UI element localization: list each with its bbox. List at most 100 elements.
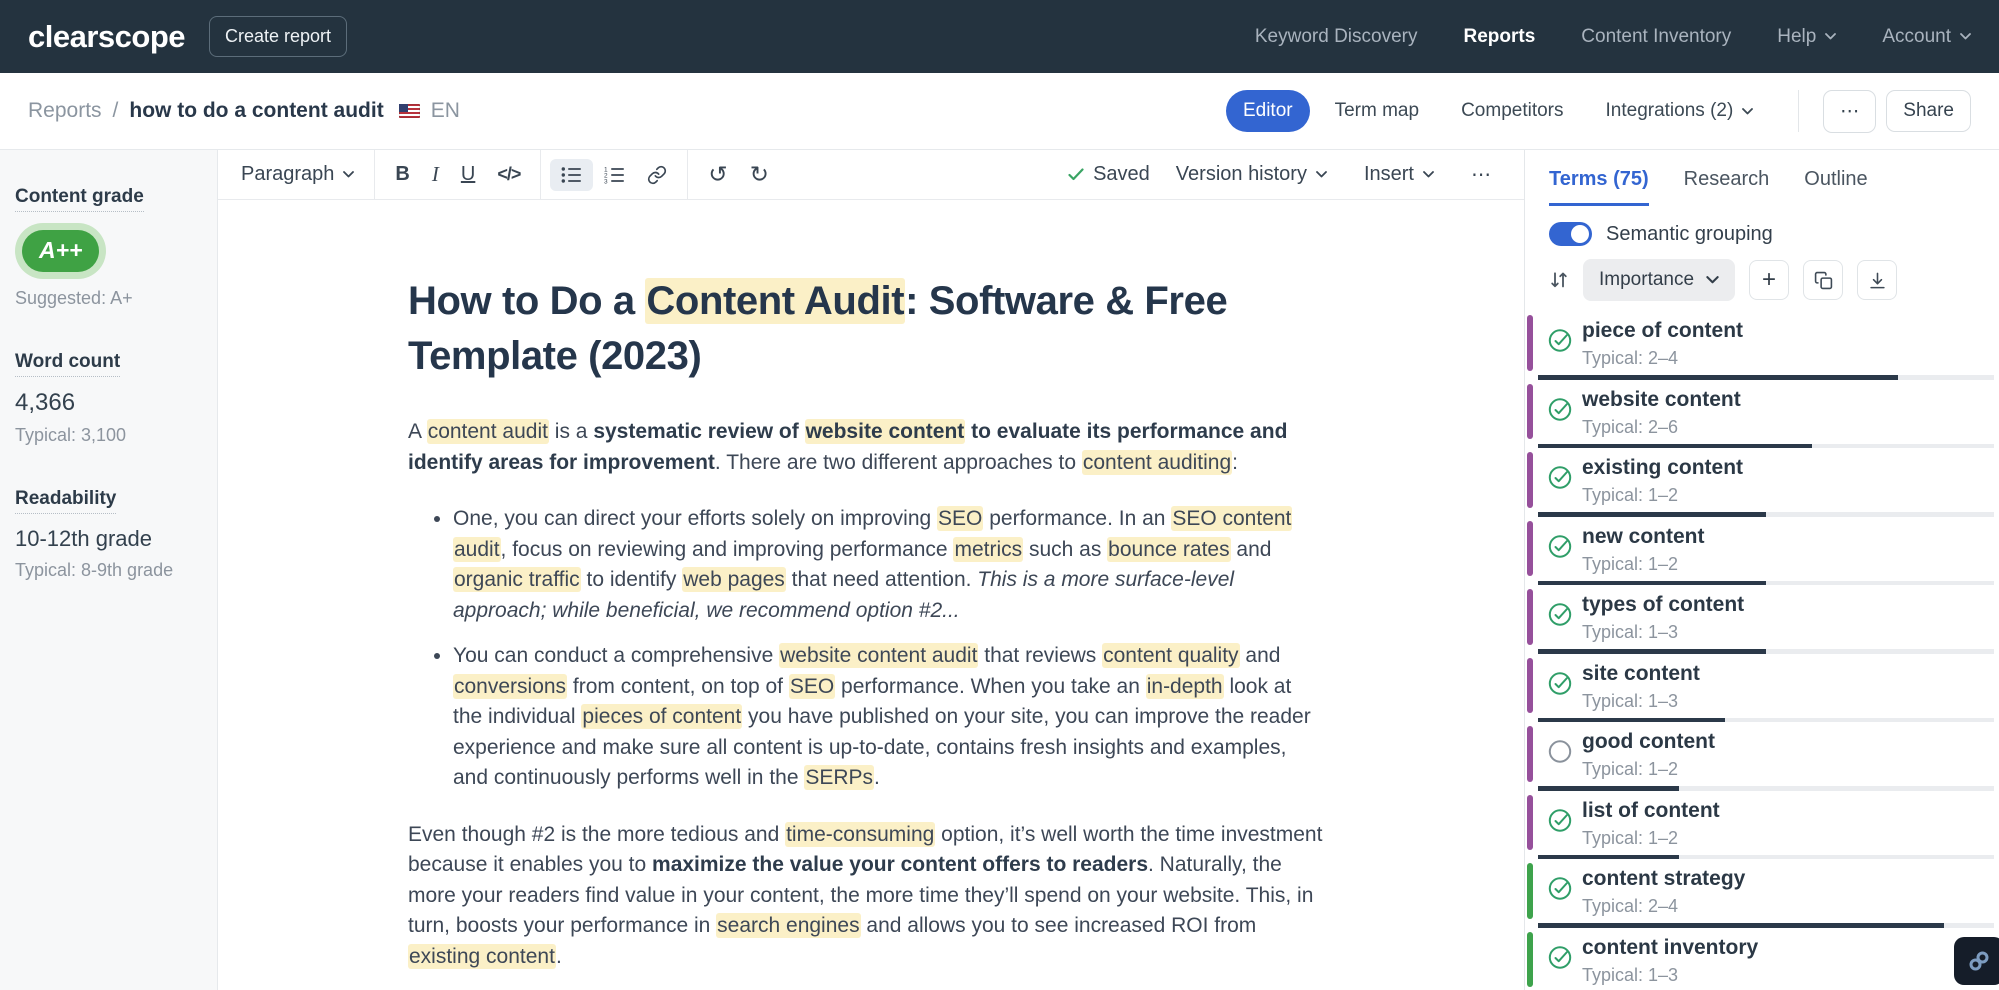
- view-switcher: EditorTerm mapCompetitorsIntegrations (2…: [1226, 90, 1770, 132]
- view-button-editor[interactable]: Editor: [1226, 90, 1310, 132]
- text-segment: that need attention.: [786, 568, 977, 591]
- semantic-grouping-label: Semantic grouping: [1606, 223, 1773, 246]
- circle-empty-icon: [1547, 738, 1574, 765]
- insert-label: Insert: [1364, 163, 1414, 186]
- circle-check-icon: [1547, 396, 1574, 423]
- tab-terms-75[interactable]: Terms (75): [1549, 168, 1649, 206]
- term-row-site-content[interactable]: site contentTypical: 1–3: [1525, 654, 1999, 723]
- term-typical-range: Typical: 2–6: [1582, 417, 1678, 438]
- term-row-types-of-content[interactable]: types of content Typical: 1–3: [1525, 585, 1999, 654]
- undo-button[interactable]: ↺: [697, 158, 738, 192]
- view-button-term-map[interactable]: Term map: [1318, 90, 1436, 132]
- paragraph-style-dropdown[interactable]: Paragraph: [230, 156, 365, 193]
- italic-button[interactable]: I: [421, 155, 450, 194]
- nav-item-help[interactable]: Help: [1777, 26, 1836, 48]
- sort-by-dropdown[interactable]: Importance: [1583, 259, 1735, 301]
- term-name: list of content: [1582, 799, 1720, 823]
- nav-item-keyword-discovery[interactable]: Keyword Discovery: [1255, 26, 1418, 48]
- view-button-competitors[interactable]: Competitors: [1444, 90, 1580, 132]
- text-segment: and allows you to see increased ROI from: [861, 914, 1257, 937]
- term-name: types of content: [1582, 593, 1744, 617]
- text-segment: such as: [1023, 538, 1107, 561]
- link-icon: [647, 165, 667, 185]
- text-segment: that reviews: [978, 644, 1102, 667]
- highlighted-term: web pages: [682, 567, 786, 592]
- highlighted-term: content audit: [427, 419, 549, 444]
- breadcrumb-separator: /: [113, 99, 119, 123]
- save-status-label: Saved: [1093, 163, 1150, 186]
- browser-extension-badge[interactable]: [1954, 937, 1999, 985]
- readability-section: Readability 10-12th grade Typical: 8-9th…: [15, 488, 207, 581]
- primary-nav: Keyword Discovery Reports Content Inventor…: [1255, 26, 1971, 48]
- highlighted-term: conversions: [453, 674, 567, 699]
- check-icon: [1068, 168, 1084, 181]
- term-name: piece of content: [1582, 319, 1743, 343]
- highlighted-term: website content: [805, 419, 966, 444]
- ordered-list-button[interactable]: 1 2 3: [593, 159, 636, 191]
- view-button-integrations-2[interactable]: Integrations (2): [1589, 90, 1771, 132]
- term-complete-icon: [1547, 875, 1574, 902]
- readability-heading: Readability: [15, 488, 116, 514]
- term-typical-range: Typical: 1–2: [1582, 485, 1678, 506]
- bullet-list-icon: [561, 166, 582, 184]
- bullet-list-button[interactable]: [550, 159, 593, 191]
- content-grade-heading: Content grade: [15, 186, 144, 212]
- more-options-button[interactable]: ⋯: [1823, 90, 1876, 133]
- breadcrumb-reports-link[interactable]: Reports: [28, 99, 102, 123]
- term-row-content-strategy[interactable]: content strategyTypical: 2–4: [1525, 859, 1999, 928]
- semantic-grouping-toggle[interactable]: [1549, 222, 1592, 246]
- copy-terms-button[interactable]: [1803, 260, 1843, 300]
- tab-research[interactable]: Research: [1684, 168, 1770, 206]
- circle-check-icon: [1547, 670, 1574, 697]
- stats-sidebar: Content grade A++ Suggested: A+ Word cou…: [0, 150, 218, 990]
- tab-outline[interactable]: Outline: [1804, 168, 1867, 206]
- term-row-good-content[interactable]: good contentTypical: 1–2: [1525, 722, 1999, 791]
- document-scroll-area[interactable]: How to Do a Content Audit: Software & Fr…: [218, 200, 1524, 990]
- doc-list: One, you can direct your efforts solely …: [408, 504, 1326, 794]
- insert-dropdown[interactable]: Insert: [1353, 156, 1445, 193]
- term-complete-icon: [1547, 396, 1574, 423]
- create-report-button[interactable]: Create report: [209, 16, 347, 57]
- link-button[interactable]: [636, 158, 678, 192]
- terms-sort-row: Importance +: [1525, 246, 1999, 309]
- word-count-heading: Word count: [15, 351, 120, 377]
- add-term-button[interactable]: +: [1749, 260, 1789, 300]
- term-row-existing-content[interactable]: existing contentTypical: 1–2: [1525, 448, 1999, 517]
- term-group-bar: [1527, 589, 1533, 645]
- download-terms-button[interactable]: [1857, 260, 1897, 300]
- document-body[interactable]: How to Do a Content Audit: Software & Fr…: [408, 274, 1326, 972]
- term-complete-icon: [1547, 807, 1574, 834]
- underline-button[interactable]: U: [450, 156, 486, 193]
- version-history-dropdown[interactable]: Version history: [1165, 156, 1338, 193]
- circle-check-icon: [1547, 464, 1574, 491]
- terms-panel-tabs: Terms (75) Research Outline: [1525, 150, 1999, 206]
- content-grade-badge: A++: [22, 230, 99, 272]
- term-row-website-content[interactable]: website contentTypical: 2–6: [1525, 380, 1999, 449]
- term-typical-range: Typical: 1–3: [1582, 622, 1678, 643]
- code-button[interactable]: </>: [486, 157, 531, 192]
- term-incomplete-icon: [1547, 738, 1574, 765]
- chevron-down-icon: [1316, 171, 1327, 178]
- term-row-content-inventory[interactable]: content inventoryTypical: 1–3: [1525, 928, 1999, 990]
- term-row-piece-of-content[interactable]: piece of contentTypical: 2–4: [1525, 311, 1999, 380]
- nav-item-account[interactable]: Account: [1882, 26, 1971, 48]
- text-segment: How to Do a: [408, 279, 645, 323]
- bold-button[interactable]: B: [384, 156, 420, 193]
- redo-button[interactable]: ↻: [739, 158, 780, 192]
- highlighted-term: website content audit: [779, 643, 978, 668]
- nav-item-reports[interactable]: Reports: [1463, 26, 1535, 48]
- term-complete-icon: [1547, 327, 1574, 354]
- term-group-bar: [1527, 863, 1533, 919]
- editor-toolbar: Paragraph B I U </> 1 2 3: [218, 150, 1524, 200]
- ordered-list-icon: 1 2 3: [604, 166, 625, 184]
- term-name: good content: [1582, 730, 1715, 754]
- term-name: content strategy: [1582, 867, 1745, 891]
- circle-check-icon: [1547, 807, 1574, 834]
- nav-item-content-inventory[interactable]: Content Inventory: [1581, 26, 1731, 48]
- report-title: how to do a content audit: [129, 99, 383, 123]
- share-button[interactable]: Share: [1886, 90, 1971, 132]
- term-row-list-of-content[interactable]: list of contentTypical: 1–2: [1525, 791, 1999, 860]
- copy-icon: [1814, 271, 1833, 290]
- term-row-new-content[interactable]: new contentTypical: 1–2: [1525, 517, 1999, 586]
- toolbar-more-button[interactable]: ⋯: [1460, 155, 1502, 194]
